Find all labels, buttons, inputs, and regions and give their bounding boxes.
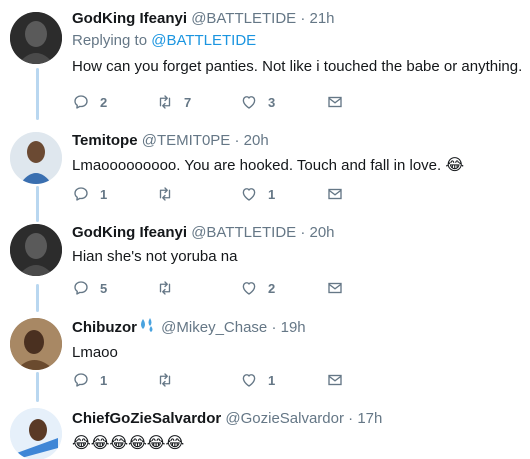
envelope-icon (326, 279, 344, 297)
message-button[interactable] (326, 93, 344, 111)
reply-button[interactable]: 1 (72, 371, 156, 389)
like-button[interactable]: 2 (240, 279, 326, 297)
reply-icon (72, 185, 90, 203)
retweet-icon (156, 185, 174, 203)
retweet-button[interactable] (156, 371, 240, 389)
handle[interactable]: @BATTLETIDE (191, 224, 296, 241)
tweet[interactable]: GodKing Ifeanyi @BATTLETIDE · 20h Hian s… (0, 214, 530, 302)
reply-button[interactable]: 2 (72, 93, 156, 111)
like-button[interactable]: 1 (240, 371, 326, 389)
replying-to: Replying to @BATTLETIDE (72, 31, 522, 51)
retweet-icon (156, 93, 174, 111)
tweet-text: How can you forget panties. Not like i t… (72, 58, 523, 75)
tweet-header: ChiefGoZieSalvardor @GozieSalvardor · 17… (72, 409, 522, 429)
tweet-text: Lmaooooooooo. You are hooked. Touch and … (72, 155, 522, 176)
display-name[interactable]: GodKing Ifeanyi (72, 224, 187, 241)
reply-count: 2 (100, 94, 108, 110)
retweet-button[interactable] (156, 185, 240, 203)
reply-button[interactable]: 1 (72, 185, 156, 203)
avatar[interactable] (10, 12, 62, 64)
reply-count: 1 (100, 372, 108, 388)
handle[interactable]: @GozieSalvardor (225, 410, 344, 427)
like-count: 3 (268, 94, 276, 110)
separator: · (300, 224, 306, 241)
display-name[interactable]: Chibuzor (72, 319, 137, 336)
tweet[interactable]: Temitope @TEMIT0PE · 20h Lmaooooooooo. Y… (0, 122, 530, 210)
reply-icon (72, 93, 90, 111)
retweet-icon (156, 371, 174, 389)
timestamp[interactable]: 17h (357, 410, 382, 427)
tweet-text-body: Lmaooooooooo. You are hooked. Touch and … (72, 157, 442, 174)
reply-icon (72, 371, 90, 389)
handle[interactable]: @Mikey_Chase (161, 319, 267, 336)
timestamp[interactable]: 21h (310, 10, 335, 27)
tweet[interactable]: Chibuzor @Mikey_Chase · 19h Lmaoo 1 1 (0, 308, 530, 400)
tweet-header: Temitope @TEMIT0PE · 20h (72, 131, 522, 151)
avatar[interactable] (10, 408, 62, 459)
handle[interactable]: @TEMIT0PE (142, 132, 231, 149)
envelope-icon (326, 371, 344, 389)
tweet[interactable]: GodKing Ifeanyi @BATTLETIDE · 21h Replyi… (0, 0, 530, 120)
reply-count: 1 (100, 186, 108, 202)
timestamp[interactable]: 20h (244, 132, 269, 149)
avatar[interactable] (10, 318, 62, 370)
tweet-text: Hian she's not yoruba na (72, 248, 238, 265)
envelope-icon (326, 185, 344, 203)
replying-prefix: Replying to (72, 32, 148, 49)
laughing-emoji-row: 😂😂😂😂😂😂 (72, 433, 185, 452)
display-name[interactable]: Temitope (72, 132, 138, 149)
reply-icon (72, 279, 90, 297)
like-count: 1 (268, 186, 276, 202)
display-name[interactable]: GodKing Ifeanyi (72, 10, 187, 27)
handle[interactable]: @BATTLETIDE (191, 10, 296, 27)
retweet-button[interactable] (156, 279, 240, 297)
tweet-text: Lmaoo (72, 344, 118, 361)
reply-count: 5 (100, 280, 108, 296)
laughing-emoji: 😂 (445, 155, 465, 174)
separator: · (300, 10, 306, 27)
tweet-header: GodKing Ifeanyi @BATTLETIDE · 21h (72, 9, 522, 29)
retweet-icon (156, 279, 174, 297)
retweet-count: 7 (184, 94, 192, 110)
tweet[interactable]: ChiefGoZieSalvardor @GozieSalvardor · 17… (0, 400, 530, 459)
message-button[interactable] (326, 279, 344, 297)
timestamp[interactable]: 20h (310, 224, 335, 241)
like-count: 2 (268, 280, 276, 296)
envelope-icon (326, 93, 344, 111)
tweet-text: 😂😂😂😂😂😂 (72, 433, 522, 454)
message-button[interactable] (326, 371, 344, 389)
retweet-button[interactable]: 7 (156, 93, 240, 111)
message-button[interactable] (326, 185, 344, 203)
avatar[interactable] (10, 132, 62, 184)
avatar[interactable] (10, 224, 62, 276)
reply-button[interactable]: 5 (72, 279, 156, 297)
water-droplets-emoji (137, 317, 157, 339)
like-button[interactable]: 1 (240, 185, 326, 203)
heart-icon (240, 185, 258, 203)
like-count: 1 (268, 372, 276, 388)
display-name[interactable]: ChiefGoZieSalvardor (72, 410, 221, 427)
replying-to-link[interactable]: @BATTLETIDE (151, 32, 256, 49)
like-button[interactable]: 3 (240, 93, 326, 111)
timestamp[interactable]: 19h (281, 319, 306, 336)
tweet-header: Chibuzor @Mikey_Chase · 19h (72, 317, 522, 339)
heart-icon (240, 371, 258, 389)
heart-icon (240, 93, 258, 111)
separator: · (234, 132, 240, 149)
separator: · (271, 318, 277, 336)
separator: · (348, 410, 354, 427)
heart-icon (240, 279, 258, 297)
tweet-header: GodKing Ifeanyi @BATTLETIDE · 20h (72, 223, 522, 243)
